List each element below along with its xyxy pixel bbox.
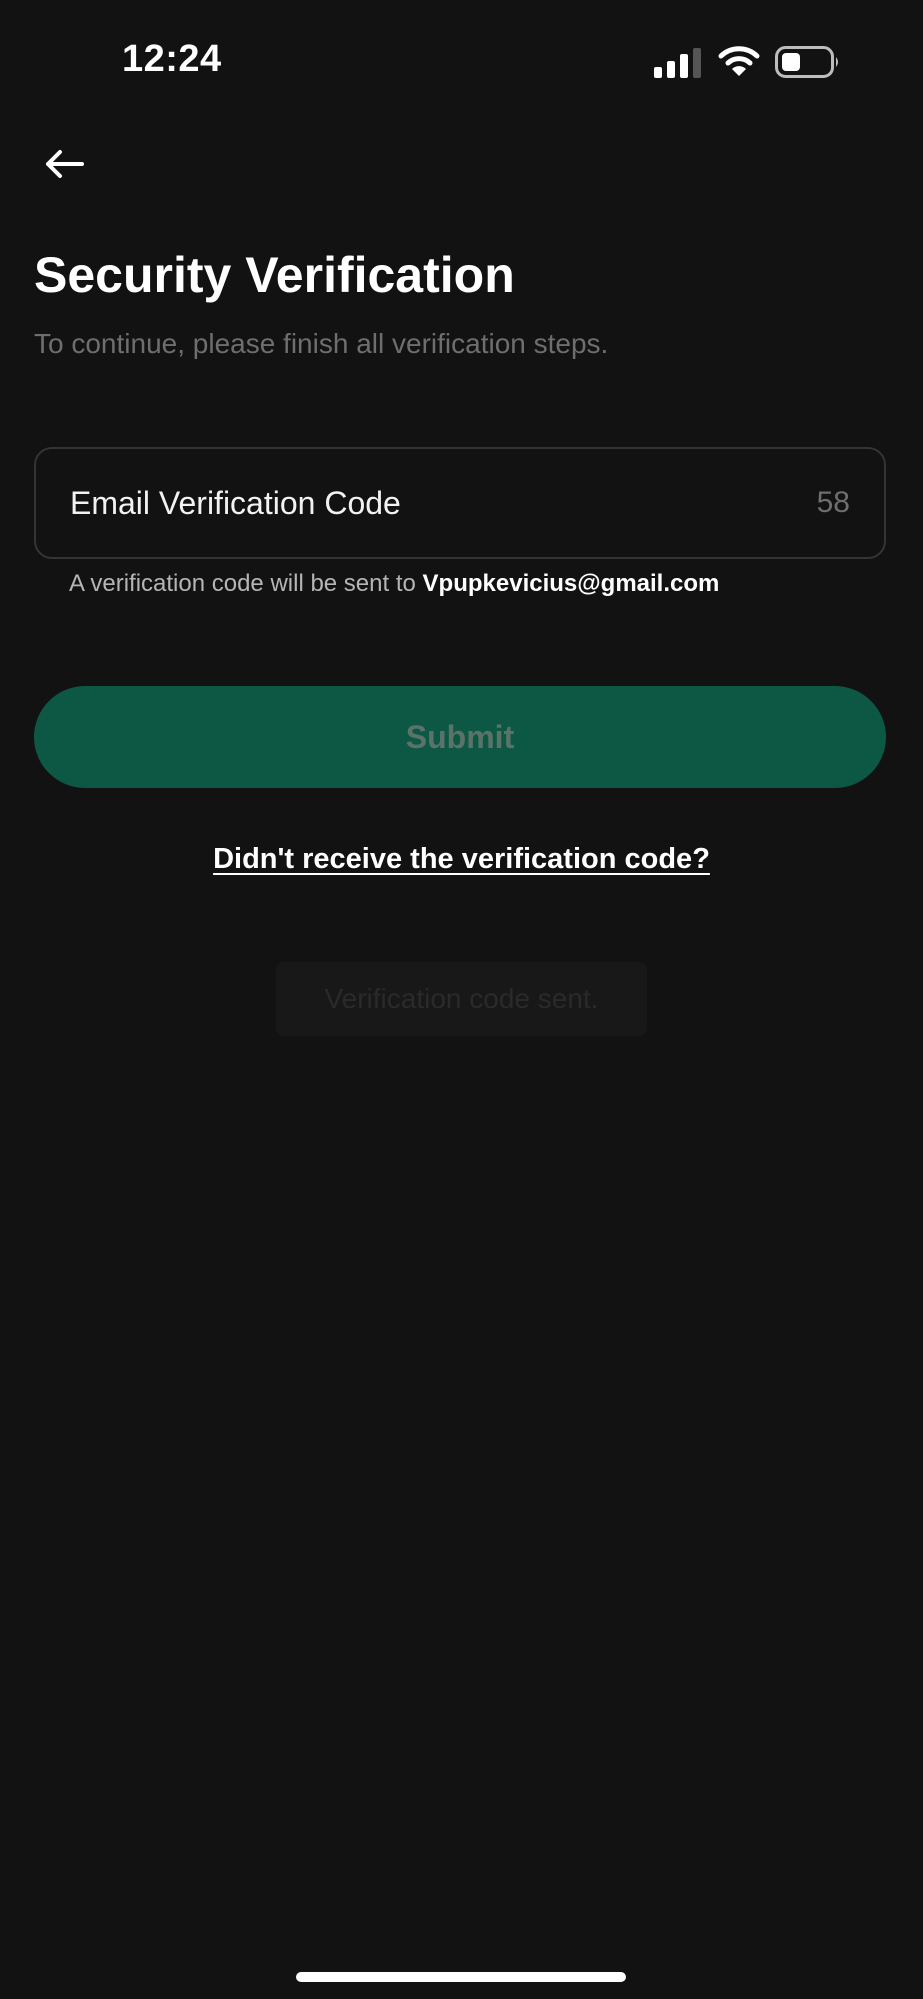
helper-text: A verification code will be sent to Vpup… [69,570,719,598]
submit-button[interactable]: Submit [34,686,886,788]
wifi-icon [718,46,760,76]
helper-prefix: A verification code will be sent to [69,570,423,597]
page-subtitle: To continue, please finish all verificat… [34,328,609,359]
email-code-input[interactable] [70,484,817,522]
resend-code-link[interactable]: Didn't receive the verification code? [0,843,923,876]
resend-countdown: 58 [816,486,850,519]
battery-icon [775,46,838,78]
status-bar: 12:24 [0,0,923,120]
home-indicator[interactable] [296,1972,626,1982]
back-button[interactable] [38,140,90,188]
signal-icon [654,48,701,78]
email-code-field[interactable]: 58 [34,447,886,559]
toast-message: Verification code sent. [276,962,647,1036]
arrow-left-icon [46,150,84,178]
page-title: Security Verification [34,247,515,303]
status-time: 12:24 [122,38,222,80]
helper-email: Vpupkevicius@gmail.com [422,570,720,597]
